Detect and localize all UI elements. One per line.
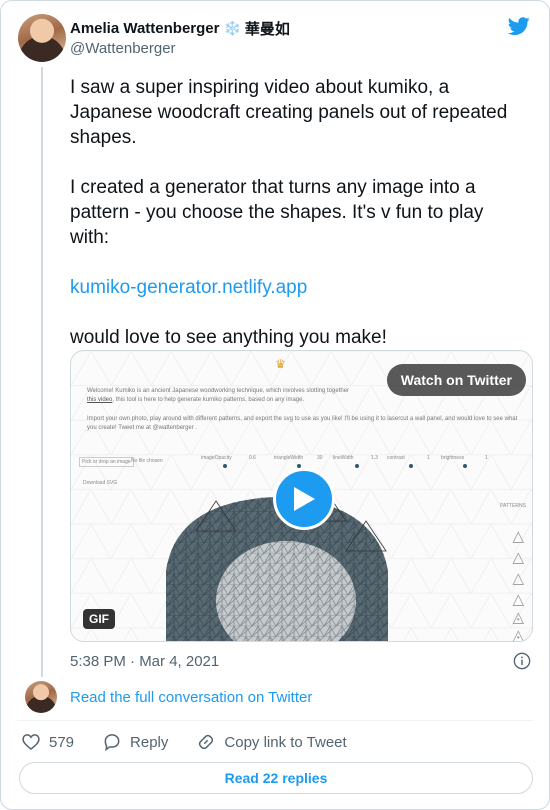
slider-handle[interactable] <box>409 464 413 468</box>
import-text: Import your own photo, play around with … <box>87 416 518 431</box>
pattern-option[interactable]: ◬ <box>512 626 524 641</box>
heart-icon <box>22 734 40 751</box>
download-svg-link[interactable]: Download SVG <box>83 480 117 486</box>
like-button[interactable]: 579 <box>21 732 74 752</box>
snowflake-icon: ❄️ <box>223 20 241 36</box>
tweet-paragraph: would love to see anything you make! <box>70 327 387 348</box>
slider-handle[interactable] <box>223 464 227 468</box>
author-name-cjk: 華曼如 <box>244 21 290 38</box>
pattern-option[interactable]: △ <box>512 569 524 587</box>
no-file-label: No file chosen <box>131 458 163 464</box>
control-label: triangleWidth <box>274 455 304 461</box>
control-value: 1 <box>485 455 488 461</box>
copy-link-button[interactable]: Copy link to Tweet <box>196 732 347 752</box>
gif-badge: GIF <box>83 609 115 629</box>
control-label: lineWidth <box>333 455 354 461</box>
pattern-option[interactable]: △ <box>512 548 524 566</box>
control-value: 0.6 <box>249 455 256 461</box>
read-conversation-link[interactable]: Read the full conversation on Twitter <box>70 689 312 706</box>
tweet-paragraph: I saw a super inspiring video about kumi… <box>70 77 508 148</box>
media-preview[interactable]: ♛ Welcome! Kumiko is an ancient Japanese… <box>70 350 533 642</box>
tweet-card: Amelia Wattenberger ❄️ 華曼如 @Wattenberger… <box>0 0 550 810</box>
tweet-paragraph: I created a generator that turns any ima… <box>70 177 484 248</box>
play-icon <box>294 487 315 511</box>
slider-handle[interactable] <box>355 464 359 468</box>
action-bar: 579 Reply Copy link to Tweet <box>21 732 375 752</box>
reply-icon <box>104 734 120 752</box>
tweet-body: I saw a super inspiring video about kumi… <box>70 75 520 350</box>
info-icon[interactable] <box>513 652 531 670</box>
pick-image-button[interactable]: Pick or drop an image <box>79 457 134 467</box>
control-label: brightness <box>441 455 465 461</box>
read-replies-button[interactable]: Read 22 replies <box>19 762 533 794</box>
control-value: 1 <box>427 455 430 461</box>
control-value: 1.3 <box>371 455 378 461</box>
tweet-link[interactable]: kumiko-generator.netlify.app <box>70 275 520 300</box>
reply-button[interactable]: Reply <box>102 732 168 752</box>
author-name[interactable]: Amelia Wattenberger <box>70 20 219 37</box>
author-avatar-small[interactable] <box>25 681 57 713</box>
twitter-bird-icon[interactable] <box>507 15 531 37</box>
slider-handle[interactable] <box>463 464 467 468</box>
patterns-label: PATTERNS <box>500 503 526 509</box>
thread-line <box>41 67 43 677</box>
author-avatar[interactable] <box>18 14 66 62</box>
author-name-row[interactable]: Amelia Wattenberger ❄️ 華曼如 <box>70 18 290 39</box>
control-label: contrast <box>387 455 405 461</box>
pattern-option[interactable]: △ <box>512 590 524 608</box>
control-label: imageOpacity <box>201 455 232 461</box>
pattern-option[interactable]: ◬ <box>512 608 524 626</box>
divider <box>17 720 533 721</box>
like-count: 579 <box>49 733 75 751</box>
pattern-option[interactable]: △ <box>512 527 524 545</box>
intro-link[interactable]: this video <box>87 397 112 403</box>
intro-text: Welcome! Kumiko is an ancient Japanese w… <box>87 388 350 403</box>
tweet-timestamp[interactable]: 5:38 PM · Mar 4, 2021 <box>70 653 219 670</box>
play-button[interactable] <box>273 468 335 530</box>
crown-icon: ♛ <box>275 357 286 371</box>
author-handle[interactable]: @Wattenberger <box>70 40 176 57</box>
copy-link-label: Copy link to Tweet <box>224 733 347 751</box>
control-value: 30 <box>317 455 323 461</box>
link-icon <box>199 734 214 750</box>
reply-label: Reply <box>130 733 169 751</box>
watch-on-twitter-button[interactable]: Watch on Twitter <box>386 364 526 396</box>
